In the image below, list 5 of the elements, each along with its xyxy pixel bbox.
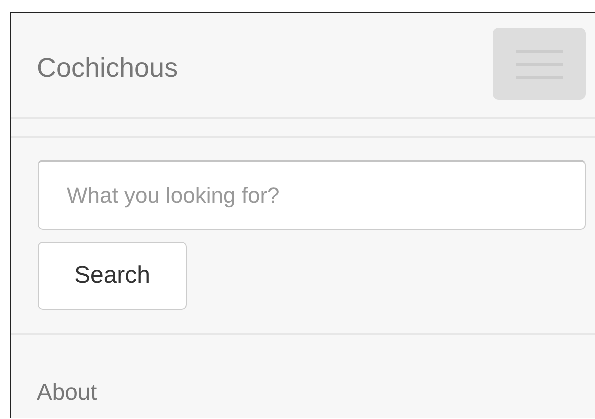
brand-title[interactable]: Cochichous [37, 54, 178, 82]
menu-button[interactable] [493, 28, 586, 100]
search-field[interactable]: What you looking for? [38, 160, 586, 230]
search-button[interactable]: Search [38, 242, 187, 310]
nav-link[interactable]: About [37, 379, 98, 405]
